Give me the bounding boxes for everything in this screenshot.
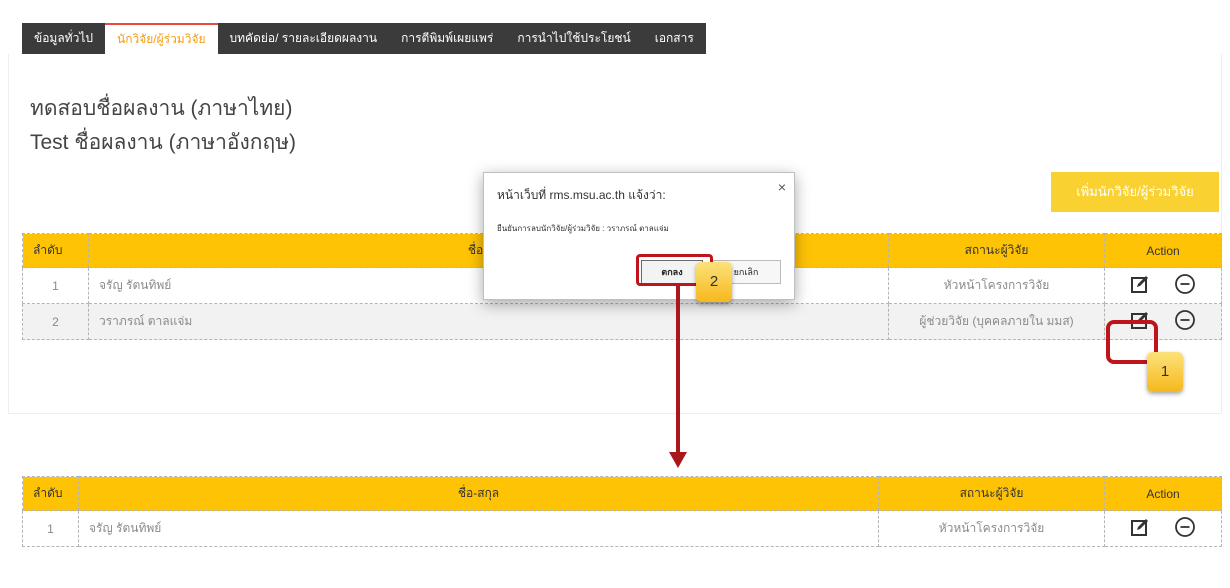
table-row: 2 วราภรณ์ ตาลแจ่ม ผู้ช่วยวิจัย (บุคคลภาย…	[22, 303, 1222, 340]
row-actions	[1104, 510, 1222, 547]
row-name: จรัญ รัตนทิพย์	[78, 510, 879, 547]
researcher-table-after: ลำดับ ชื่อ-สกุล สถานะผู้วิจัย Action 1 จ…	[22, 476, 1222, 547]
row-order: 1	[22, 267, 89, 304]
row-name: วราภรณ์ ตาลแจ่ม	[88, 303, 889, 340]
tab-abstract[interactable]: บทคัดย่อ/ รายละเอียดผลงาน	[218, 23, 390, 54]
close-icon[interactable]: ×	[778, 179, 786, 195]
tab-bar: ข้อมูลทั่วไป นักวิจัย/ผู้ร่วมวิจัย บทคัด…	[22, 23, 706, 54]
tab-researchers[interactable]: นักวิจัย/ผู้ร่วมวิจัย	[104, 23, 218, 54]
header-name: ชื่อ-สกุล	[78, 476, 879, 511]
row-status: ผู้ช่วยวิจัย (บุคคลภายใน มมส)	[888, 303, 1105, 340]
row-status: หัวหน้าโครงการวิจัย	[878, 510, 1105, 547]
header-order: ลำดับ	[22, 233, 89, 268]
dialog-title: หน้าเว็บที่ rms.msu.ac.th แจ้งว่า:	[497, 188, 666, 202]
remove-circle-icon[interactable]	[1174, 273, 1196, 298]
work-title-english: Test ชื่อผลงาน (ภาษาอังกฤษ)	[30, 131, 297, 154]
edit-icon[interactable]	[1130, 517, 1150, 540]
row-order: 2	[22, 303, 89, 340]
tab-utilization[interactable]: การนำไปใช้ประโยชน์	[505, 23, 642, 54]
row-actions	[1104, 267, 1222, 304]
dialog-message: ยืนยันการลบนักวิจัย/ผู้ร่วมวิจัย : วราภร…	[497, 224, 669, 233]
tab-publication[interactable]: การตีพิมพ์เผยแพร่	[389, 23, 505, 54]
row-order: 1	[22, 510, 79, 547]
remove-circle-icon[interactable]	[1174, 309, 1196, 334]
tab-general[interactable]: ข้อมูลทั่วไป	[22, 23, 105, 54]
header-action: Action	[1104, 476, 1222, 511]
arrow-down-icon	[669, 452, 687, 468]
edit-icon[interactable]	[1130, 274, 1150, 297]
tab-documents[interactable]: เอกสาร	[643, 23, 706, 54]
work-title-thai: ทดสอบชื่อผลงาน (ภาษาไทย)	[30, 97, 293, 120]
step-1-badge: 1	[1147, 352, 1183, 392]
add-researcher-button[interactable]: เพิ่มนักวิจัย/ผู้ร่วมวิจัย	[1051, 172, 1219, 212]
header-action: Action	[1104, 233, 1222, 268]
row-status: หัวหน้าโครงการวิจัย	[888, 267, 1105, 304]
header-status: สถานะผู้วิจัย	[888, 233, 1105, 268]
table-row: 1 จรัญ รัตนทิพย์ หัวหน้าโครงการวิจัย	[22, 510, 1222, 547]
header-order: ลำดับ	[22, 476, 79, 511]
remove-circle-icon[interactable]	[1174, 516, 1196, 541]
header-status: สถานะผู้วิจัย	[878, 476, 1105, 511]
arrow-line	[676, 286, 680, 454]
step-2-badge: 2	[696, 262, 732, 302]
